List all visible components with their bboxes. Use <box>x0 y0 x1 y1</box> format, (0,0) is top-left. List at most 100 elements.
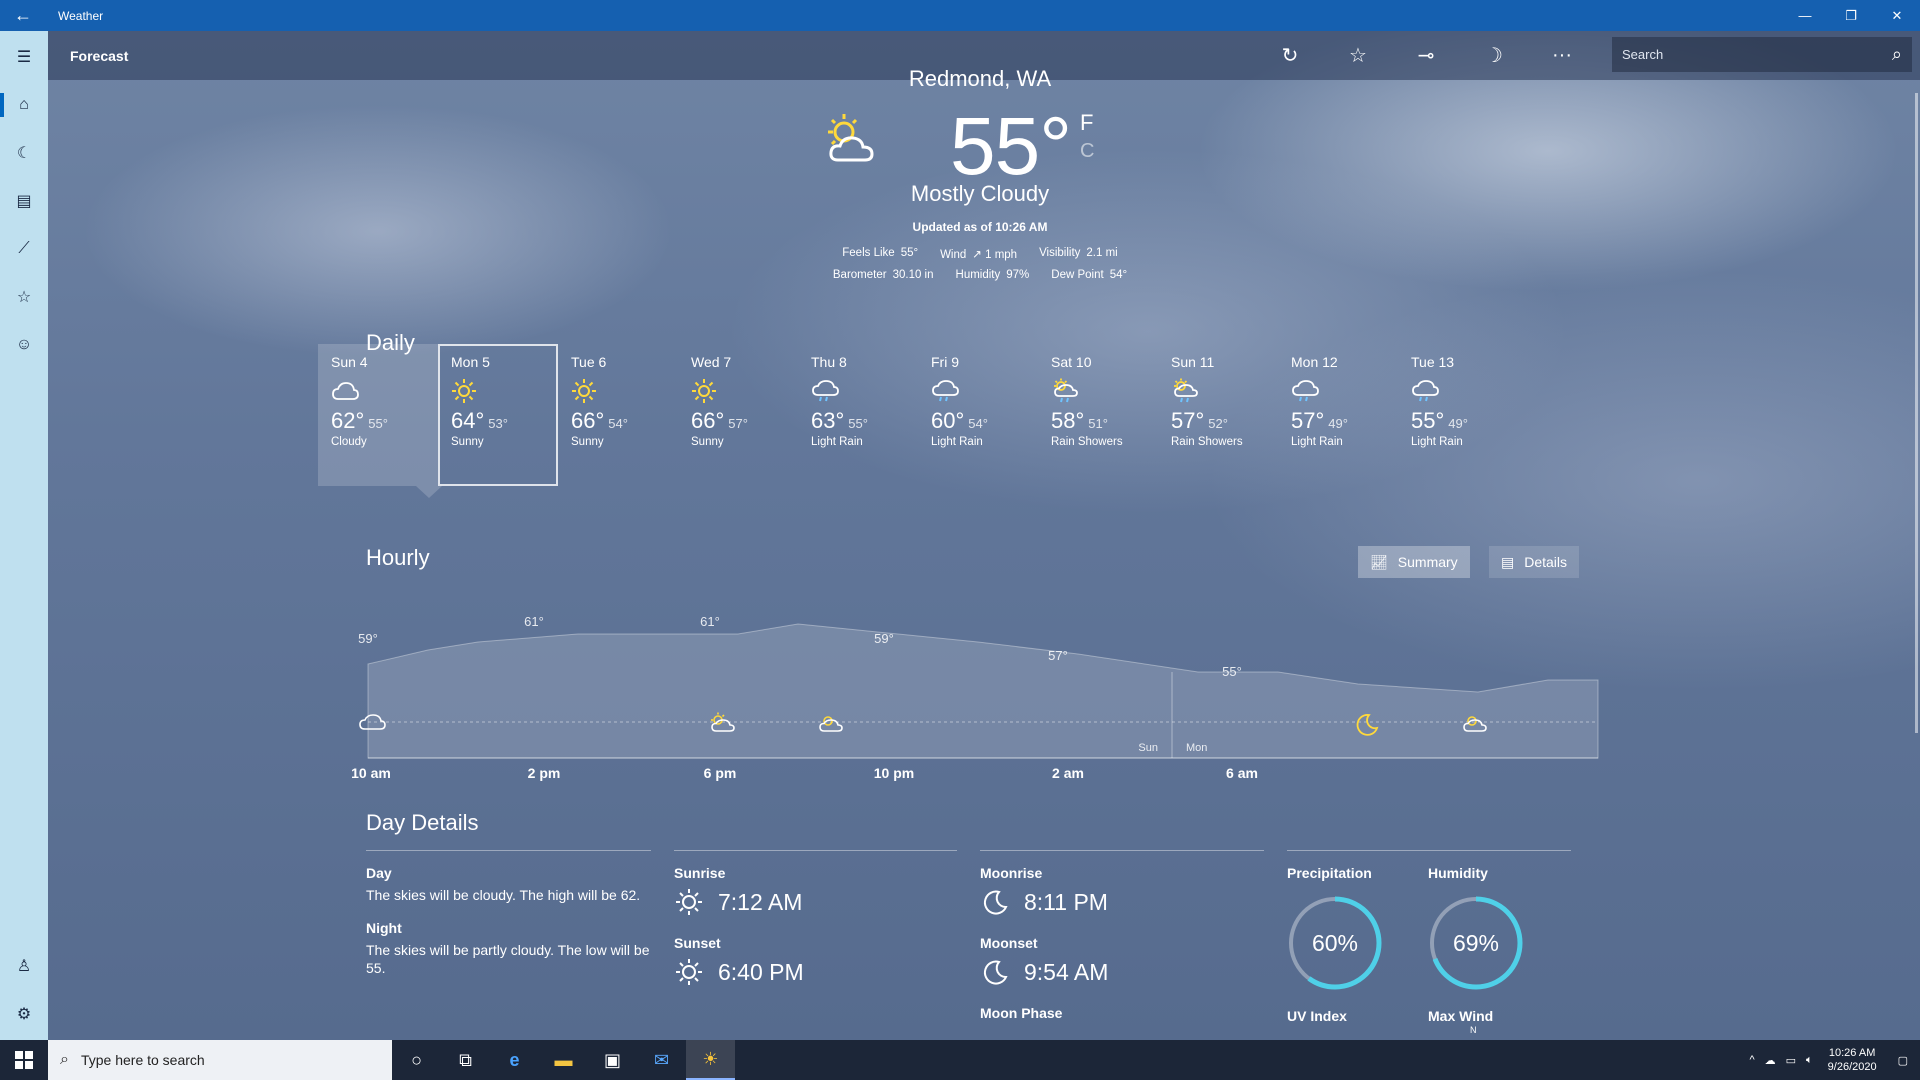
nav-historical-weather-icon[interactable]: ⟋ <box>0 229 48 269</box>
sunrain-icon <box>1171 378 1278 404</box>
favorite-star-icon[interactable]: ☆ <box>1324 43 1392 68</box>
day-name: Tue 6 <box>571 354 607 370</box>
hourly-time-label: 10 pm <box>874 765 914 781</box>
stat-dew-point: Dew Point 54° <box>1051 269 1128 281</box>
account-icon[interactable]: ♙ <box>0 946 48 986</box>
high-temp: 60° <box>931 408 965 433</box>
taskbar-search-box[interactable]: ⌕ Type here to search <box>48 1040 392 1080</box>
nav-feedback-icon[interactable]: ☺ <box>0 325 48 365</box>
restore-button[interactable]: ❐ <box>1828 0 1874 31</box>
fahrenheit-toggle[interactable]: F <box>1080 110 1093 136</box>
current-condition: Mostly Cloudy <box>910 181 1050 206</box>
pin-icon[interactable]: ⊸ <box>1392 43 1460 68</box>
details-button[interactable]: ▤ Details <box>1489 546 1580 578</box>
page-title: Forecast <box>70 47 129 64</box>
day-divider-right-label: Mon <box>1186 742 1207 754</box>
app-title: Weather <box>58 8 104 23</box>
search-box[interactable]: ⌕ <box>1612 37 1912 72</box>
day-condition: Sunny <box>691 436 724 448</box>
daily-card[interactable]: Fri 9 60° 54° Light Rain <box>918 344 1038 486</box>
precipitation-gauge: 60% <box>1287 895 1383 991</box>
start-button[interactable] <box>0 1040 48 1080</box>
taskbar: ⌕ Type here to search ○ ⧉ e ▬ ▣ ✉ ☀ ^ ☁ … <box>0 1040 1920 1080</box>
current-temperature: 55° <box>950 101 1072 192</box>
back-button[interactable]: ← <box>0 0 46 31</box>
more-options-icon[interactable]: ··· <box>1528 44 1596 67</box>
daily-card[interactable]: Sun 4 62° 55° Cloudy <box>318 344 438 486</box>
daily-card[interactable]: Mon 12 57° 49° Light Rain <box>1278 344 1398 486</box>
list-icon: ▤ <box>1501 553 1515 570</box>
daily-card[interactable]: Tue 13 55° 49° Light Rain <box>1398 344 1518 486</box>
stat-humidity: Humidity 97% <box>955 269 1030 281</box>
close-button[interactable]: ✕ <box>1874 0 1920 31</box>
task-view-icon[interactable]: ⧉ <box>441 1040 490 1080</box>
day-temps: 62° 55° <box>331 408 438 434</box>
tray-chevron-icon[interactable]: ^ <box>1749 1054 1754 1066</box>
day-divider-left-label: Sun <box>1138 742 1158 754</box>
stat-barometer: Barometer 30.10 in <box>832 269 934 281</box>
file-explorer-icon[interactable]: ▬ <box>539 1040 588 1080</box>
store-icon[interactable]: ▣ <box>588 1040 637 1080</box>
day-condition: Sunny <box>451 436 484 448</box>
search-icon[interactable]: ⌕ <box>1892 44 1902 65</box>
nav-maps-icon[interactable]: ☾ <box>0 133 48 173</box>
sun-times: Sunrise 7:12 AM Sunset 6:40 PM <box>674 850 957 987</box>
minimize-button[interactable]: — <box>1782 0 1828 31</box>
search-input[interactable] <box>1622 47 1872 62</box>
rain-icon <box>811 378 918 404</box>
notifications-icon[interactable]: ▢ <box>1898 1054 1908 1067</box>
network-icon[interactable]: ▭ <box>1786 1054 1796 1067</box>
low-temp: 51° <box>1088 416 1108 431</box>
page-scrollbar[interactable] <box>1915 93 1918 733</box>
windows-logo-icon <box>15 1051 33 1069</box>
hamburger-menu-icon[interactable]: ☰ <box>0 37 48 77</box>
stat-wind: Wind ↗ 1 mph <box>940 249 1018 261</box>
mail-icon[interactable]: ✉ <box>637 1040 686 1080</box>
sunrise-value: 7:12 AM <box>674 887 957 917</box>
stat-feels-like: Feels Like 55° <box>842 247 919 259</box>
day-temps: 66° 54° <box>571 408 678 434</box>
summary-button[interactable]: 📈︎ Summary <box>1358 546 1470 578</box>
day-condition: Light Rain <box>931 436 983 448</box>
daily-card[interactable]: Sat 10 58° 51° Rain Showers <box>1038 344 1158 486</box>
hourly-time-label: 6 pm <box>704 765 737 781</box>
daily-card[interactable]: Sun 11 57° 52° Rain Showers <box>1158 344 1278 486</box>
cortana-icon[interactable]: ○ <box>392 1040 441 1080</box>
day-name: Tue 13 <box>1411 354 1455 370</box>
hourly-temp-area <box>367 623 1599 759</box>
hourly-temp-label: 57° <box>1048 648 1068 663</box>
uv-index-label: UV Index <box>1287 1008 1347 1024</box>
day-temps: 58° 51° <box>1051 408 1158 434</box>
celsius-toggle[interactable]: C <box>1080 140 1094 163</box>
nav-favorite-places-icon[interactable]: ☆ <box>0 277 48 317</box>
edge-browser-icon[interactable]: e <box>490 1040 539 1080</box>
moon-times: Moonrise 8:11 PM Moonset 9:54 AM Moon Ph… <box>980 850 1264 1021</box>
daily-card[interactable]: Thu 8 63° 55° Light Rain <box>798 344 918 486</box>
settings-gear-icon[interactable]: ⚙ <box>0 994 48 1034</box>
day-name: Wed 7 <box>691 354 732 370</box>
daily-card[interactable]: Wed 7 66° 57° Sunny <box>678 344 798 486</box>
hourly-temp-label: 55° <box>1222 664 1242 679</box>
onedrive-cloud-icon[interactable]: ☁ <box>1765 1054 1776 1067</box>
theme-moon-icon[interactable]: ☽ <box>1460 43 1528 68</box>
partly-sunny-icon <box>828 114 874 162</box>
clock[interactable]: 10:26 AM 9/26/2020 <box>1828 1046 1877 1074</box>
moonrise-label: Moonrise <box>980 865 1043 881</box>
precipitation-value: 60% <box>1311 929 1359 956</box>
low-temp: 54° <box>968 416 988 431</box>
volume-icon[interactable]: 🔈︎ <box>1806 1054 1813 1067</box>
daily-forecast-strip: Sun 4 62° 55° Cloudy Mon 5 64° 53° Sunny Tue 6 66… <box>318 344 1518 486</box>
sunset-value: 6:40 PM <box>674 957 957 987</box>
night-text: The skies will be partly cloudy. The low… <box>366 942 650 976</box>
refresh-icon[interactable]: ↻ <box>1256 43 1324 68</box>
weather-app-icon[interactable]: ☀ <box>686 1040 735 1080</box>
day-text: The skies will be cloudy. The high will … <box>366 887 641 903</box>
nav-news-icon[interactable]: ▤ <box>0 181 48 221</box>
nav-forecast-home-icon[interactable]: ⌂ <box>0 85 48 125</box>
daily-card[interactable]: Mon 5 64° 53° Sunny <box>438 344 558 486</box>
updated-time: Updated as of 10:26 AM <box>912 220 1048 234</box>
daily-card[interactable]: Tue 6 66° 54° Sunny <box>558 344 678 486</box>
max-wind-label: Max Wind <box>1428 1008 1494 1024</box>
day-temps: 57° 52° <box>1171 408 1278 434</box>
moonrise-icon <box>983 890 1008 915</box>
